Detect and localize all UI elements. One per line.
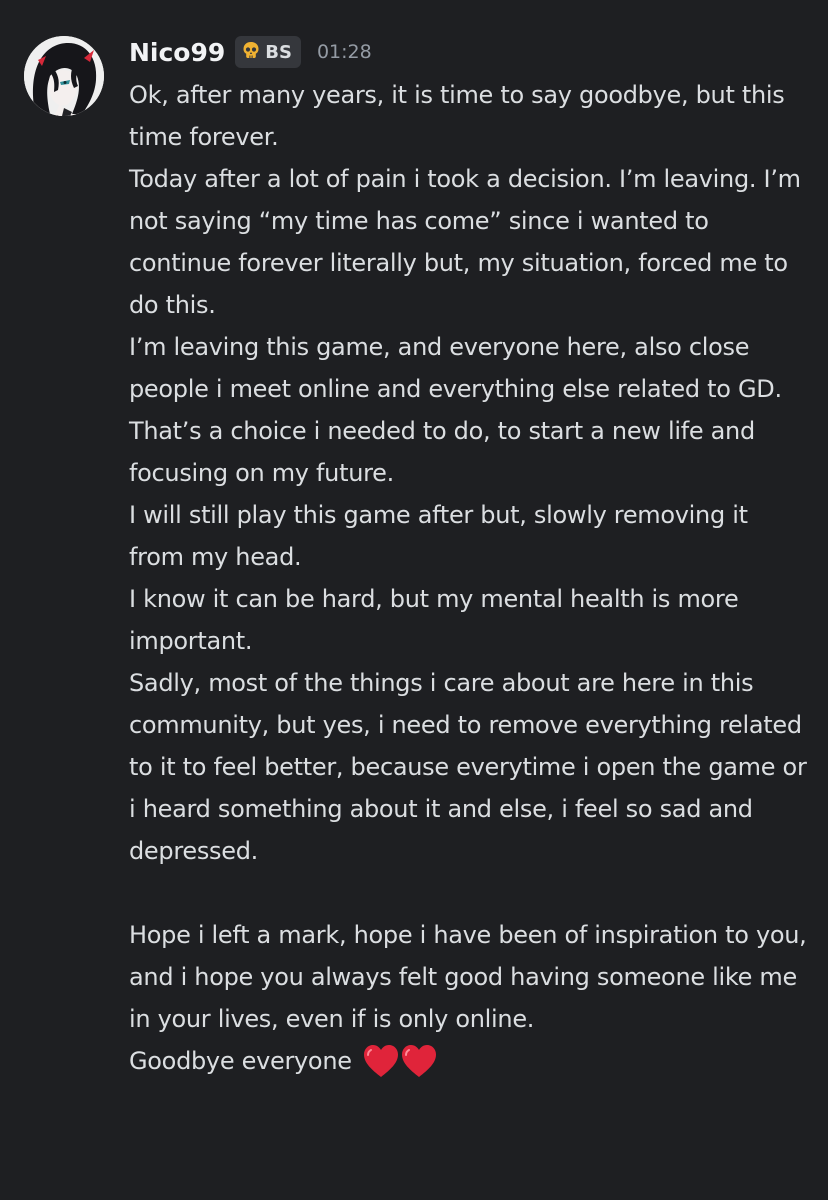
skull-icon: [242, 41, 260, 63]
message-line: That’s a choice i needed to do, to start…: [129, 417, 755, 487]
user-avatar[interactable]: [24, 36, 104, 116]
goodbye-text: Goodbye everyone: [129, 1047, 352, 1075]
message-line: Hope i left a mark, hope i have been of …: [129, 921, 807, 1033]
red-heart-emoji-icon[interactable]: [362, 1043, 400, 1079]
message-line: Sadly, most of the things i care about a…: [129, 669, 807, 865]
username[interactable]: Nico99: [129, 38, 225, 67]
message-last-line: Goodbye everyone: [129, 1040, 809, 1082]
chat-message: Nico99 BS 01:28 Ok, after many years, it…: [0, 0, 828, 1200]
anime-character-avatar-icon: [24, 36, 104, 116]
message-header: Nico99 BS 01:28: [129, 34, 372, 70]
message-line: I’m leaving this game, and everyone here…: [129, 333, 782, 403]
emoji-group: [362, 1043, 438, 1079]
red-heart-emoji-icon[interactable]: [400, 1043, 438, 1079]
message-line: I know it can be hard, but my mental hea…: [129, 585, 739, 655]
message-content[interactable]: Ok, after many years, it is time to say …: [129, 74, 809, 1082]
message-line: Today after a lot of pain i took a decis…: [129, 165, 801, 319]
server-tag[interactable]: BS: [235, 36, 301, 68]
paragraph-break: [129, 872, 809, 914]
message-line: Ok, after many years, it is time to say …: [129, 81, 785, 151]
message-line: I will still play this game after but, s…: [129, 501, 748, 571]
tag-label: BS: [265, 41, 292, 63]
message-timestamp[interactable]: 01:28: [317, 41, 372, 63]
